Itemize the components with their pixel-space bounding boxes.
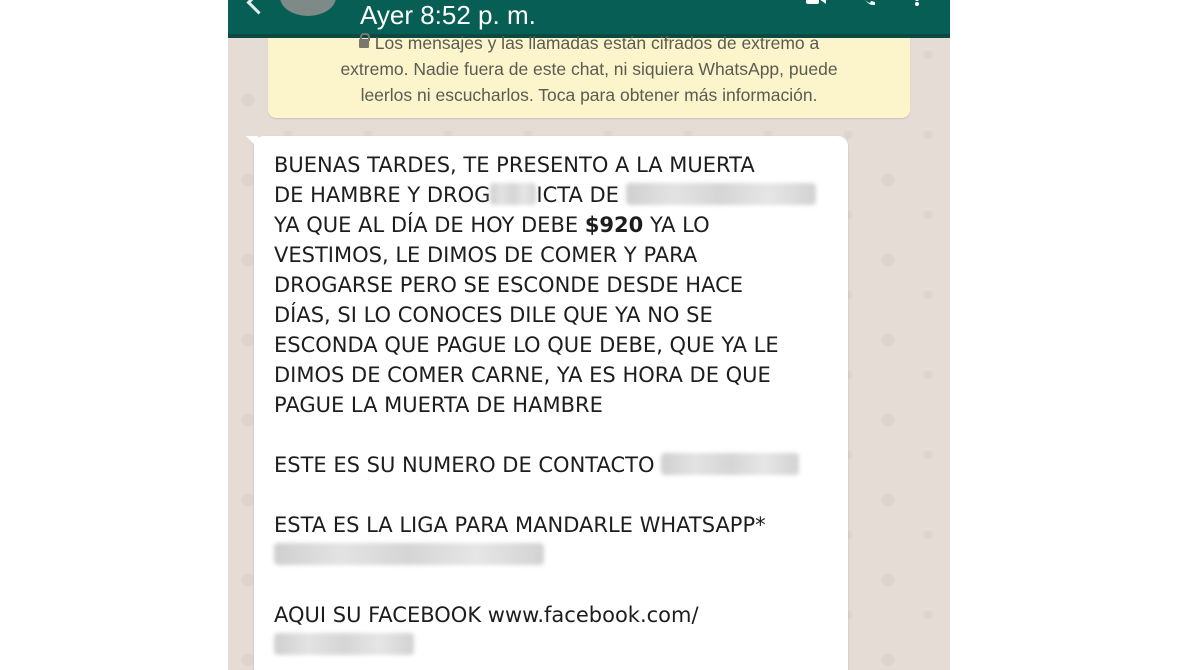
message-text-segment: YA QUE AL DÍA DE HOY DEBE [274,213,585,237]
message-spacer [274,420,854,450]
encryption-notice-line-1: Los mensajes y las llamadas están cifrad… [268,30,910,56]
encryption-text-1: Los mensajes y las llamadas están cifrad… [374,33,820,53]
message-text-segment: DE HAMBRE Y DROG [274,183,491,207]
debt-amount: $920 [584,213,644,237]
message-line: BUENAS TARDES, TE PRESENTO A LA MUERTA [274,153,755,177]
video-call-icon[interactable] [806,0,826,6]
message-line[interactable]: AQUI SU FACEBOOK www.facebook.com/ [274,600,854,630]
redacted-facebook-link[interactable] [274,633,414,655]
message-text-segment: YA LO [643,213,710,237]
message-line: DE HAMBRE Y DROG ICTA DE [274,180,854,210]
back-arrow-icon[interactable] [246,0,271,15]
message-line: ESTE ES SU NUMERO DE CONTACTO [274,450,854,480]
message-text-segment: ICTA DE [536,183,619,207]
message-line: YA QUE AL DÍA DE HOY DEBE $920 YA LO [274,210,854,240]
message-line: DIMOS DE COMER CARNE, YA ES HORA DE QUE [274,363,771,387]
more-options-icon[interactable] [914,0,932,6]
message-text-segment: ESTE ES SU NUMERO DE CONTACTO [274,453,655,477]
message-line [274,540,854,570]
message-line: DROGARSE PERO SE ESCONDE DESDE HACE [274,273,744,297]
redacted-whatsapp-link[interactable] [274,543,544,565]
message-spacer [274,570,854,600]
message-line: DÍAS, SI LO CONOCES DILE QUE YA NO SE [274,303,713,327]
phone-call-icon[interactable] [860,0,878,6]
message-line: VESTIMOS, LE DIMOS DE COMER Y PARA [274,243,698,267]
last-seen-status: Ayer 8:52 p. m. [360,0,536,30]
message-spacer [274,480,854,510]
message-line: PAGUE LA MUERTA DE HAMBRE [274,393,603,417]
avatar[interactable] [280,0,336,16]
encryption-notice-line-2: extremo. Nadie fuera de este chat, ni si… [340,59,838,79]
message-line [274,630,854,660]
message-line: ESCONDA QUE PAGUE LO QUE DEBE, QUE YA LE [274,333,779,357]
message-text: BUENAS TARDES, TE PRESENTO A LA MUERTA D… [274,150,854,660]
encryption-notice-line-3: leerlos ni escucharlos. Toca para obtene… [360,85,818,105]
redacted-phone-number [661,453,800,475]
encryption-notice[interactable]: Los mensajes y las llamadas están cifrad… [268,33,910,118]
message-line: ESTA ES LA LIGA PARA MANDARLE WHATSAPP* [274,513,766,537]
chat-screen: Ayer 8:52 p. m. Los mensajes y las llama… [228,0,950,670]
header-actions [806,0,932,10]
lock-icon [358,33,370,48]
redacted-name [625,183,816,205]
redacted-text [490,183,537,205]
